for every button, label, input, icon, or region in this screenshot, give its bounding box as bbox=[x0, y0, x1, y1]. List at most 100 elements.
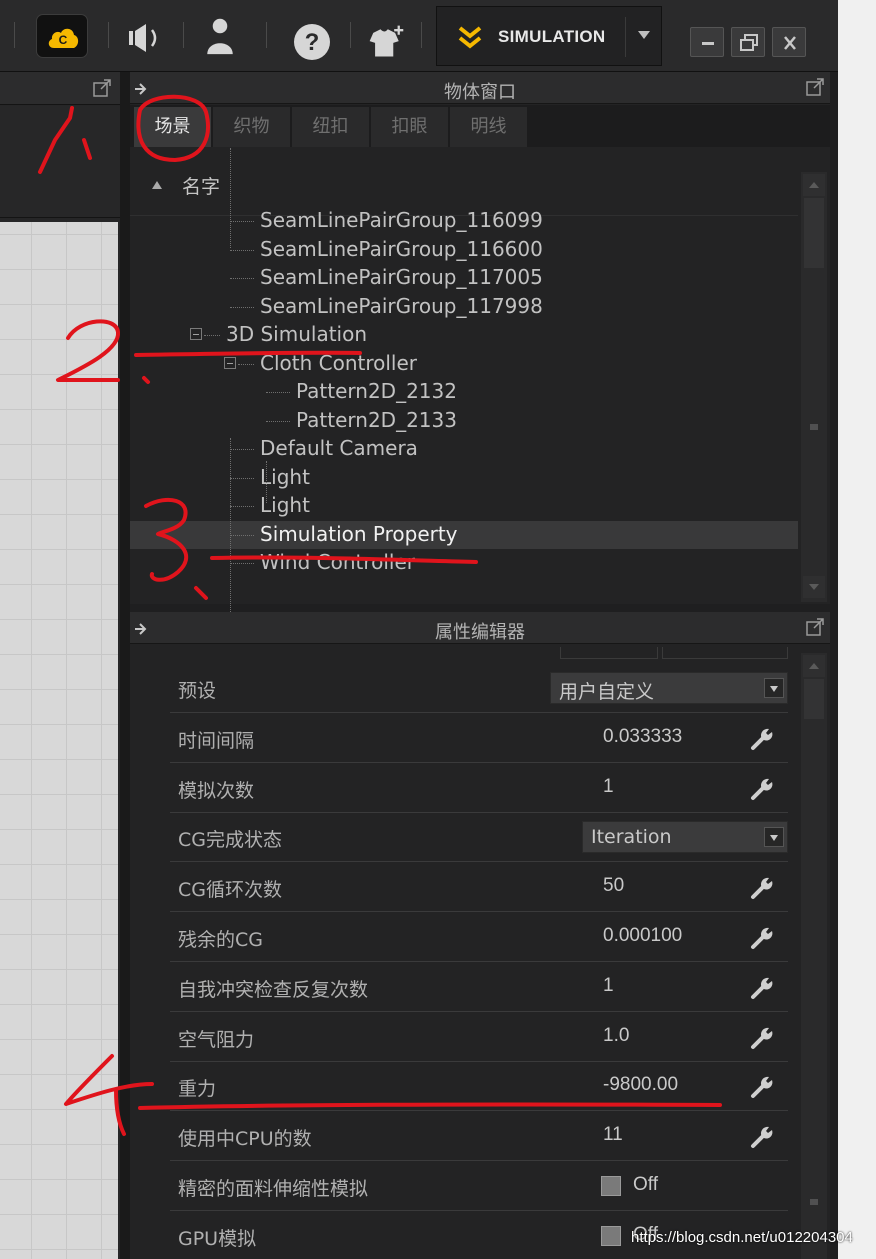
tree-connector bbox=[230, 278, 254, 279]
property-editor-title: 属性编辑器 bbox=[435, 622, 525, 643]
scroll-up-button[interactable] bbox=[803, 174, 825, 196]
cloud-button[interactable]: C bbox=[36, 14, 88, 58]
tree-guide-line bbox=[266, 461, 267, 503]
wrench-icon[interactable] bbox=[750, 775, 776, 801]
property-value[interactable]: 0.033333 bbox=[603, 726, 682, 748]
property-row: 残余的CG 0.000100 bbox=[170, 912, 788, 962]
object-window-title: 物体窗口 bbox=[444, 82, 516, 103]
property-scrollbar[interactable] bbox=[801, 653, 827, 1259]
minimize-button[interactable] bbox=[690, 27, 724, 57]
scroll-thumb[interactable] bbox=[804, 679, 824, 719]
wrench-icon[interactable] bbox=[750, 1024, 776, 1050]
scroll-thumb[interactable] bbox=[804, 198, 824, 268]
chevron-down-icon[interactable] bbox=[764, 827, 784, 848]
help-icon[interactable]: ? bbox=[292, 22, 332, 62]
panel-splitter[interactable] bbox=[120, 72, 130, 1259]
tree-connector bbox=[230, 306, 254, 308]
tree-connector bbox=[230, 477, 254, 479]
tree-connector bbox=[230, 449, 254, 450]
wrench-icon[interactable] bbox=[750, 874, 776, 900]
tree-collapse-icon[interactable] bbox=[224, 356, 236, 369]
wrench-icon[interactable] bbox=[750, 974, 776, 1000]
tab-scene[interactable]: 场景 bbox=[134, 107, 212, 147]
tree-connector bbox=[238, 363, 254, 365]
scroll-up-button[interactable] bbox=[803, 655, 825, 677]
tree-connector bbox=[204, 335, 220, 336]
close-button[interactable] bbox=[772, 27, 806, 57]
scene-tree: 名字 SeamLinePairGroup_116099 SeamLinePairG… bbox=[130, 148, 830, 650]
popout-icon[interactable] bbox=[92, 78, 112, 98]
chevron-down-icon[interactable] bbox=[638, 31, 650, 39]
object-window-tabs: 场景 织物 纽扣 扣眼 明线 bbox=[130, 105, 830, 147]
property-value[interactable]: 1 bbox=[603, 776, 614, 798]
property-value[interactable]: 1.0 bbox=[603, 1025, 629, 1047]
tree-item[interactable]: 3D Simulation bbox=[130, 321, 798, 349]
property-value[interactable]: 1 bbox=[603, 975, 614, 997]
wrench-icon[interactable] bbox=[750, 924, 776, 950]
tree-item-label: Light bbox=[260, 464, 310, 489]
property-label: 使用中CPU的数 bbox=[178, 1128, 312, 1151]
tree-scrollbar[interactable] bbox=[801, 172, 827, 602]
tree-connector bbox=[266, 392, 290, 393]
popout-icon[interactable] bbox=[805, 617, 825, 637]
svg-text:C: C bbox=[59, 33, 68, 47]
tree-item[interactable]: SeamLinePairGroup_117998 bbox=[130, 293, 798, 321]
property-value[interactable]: 11 bbox=[603, 1124, 623, 1146]
property-value[interactable]: 50 bbox=[603, 875, 624, 897]
pattern-canvas[interactable] bbox=[0, 222, 118, 1259]
viewport-2d-panel bbox=[0, 72, 127, 1259]
property-editor: 属性编辑器 预设 用户自定义时间间隔 0.033333 模拟次数 1 CG完成状态 Iter… bbox=[130, 612, 830, 1259]
speaker-icon[interactable] bbox=[126, 18, 166, 58]
tree-item[interactable]: Pattern2D_2133 bbox=[130, 407, 798, 435]
property-value[interactable]: -9800.00 bbox=[603, 1074, 678, 1096]
property-row: CG完成状态 Iteration bbox=[170, 812, 788, 863]
property-row: 时间间隔 0.033333 bbox=[170, 713, 788, 763]
property-value[interactable]: 0.000100 bbox=[603, 925, 682, 947]
chevron-down-icon[interactable] bbox=[764, 678, 784, 698]
property-label: 精密的面料伸缩性模拟 bbox=[178, 1178, 369, 1200]
tree-collapse-icon[interactable] bbox=[190, 328, 202, 340]
property-label: 时间间隔 bbox=[178, 729, 255, 752]
wrench-icon[interactable] bbox=[750, 1073, 776, 1099]
property-label: 残余的CG bbox=[178, 929, 263, 951]
wrench-icon[interactable] bbox=[750, 725, 776, 751]
property-row: 空气阻力 1.0 bbox=[170, 1012, 788, 1062]
property-select[interactable]: Iteration bbox=[582, 821, 788, 854]
property-label: GPU模拟 bbox=[178, 1227, 257, 1250]
tree-item[interactable]: Pattern2D_2132 bbox=[130, 378, 798, 406]
popout-icon[interactable] bbox=[805, 77, 825, 97]
sort-ascending-icon bbox=[152, 181, 162, 189]
tree-item[interactable]: SeamLinePairGroup_117005 bbox=[130, 264, 798, 292]
tab-buttonhole[interactable]: 扣眼 bbox=[371, 107, 449, 147]
object-window: 物体窗口 场景 织物 纽扣 扣眼 明线 名字 SeamLinePairGroup… bbox=[130, 72, 830, 650]
toolbar-separator bbox=[108, 22, 109, 48]
grip-icon bbox=[810, 424, 818, 430]
tree-item[interactable]: Cloth Controller bbox=[130, 350, 798, 378]
add-garment-icon[interactable] bbox=[366, 22, 406, 62]
column-name-label: 名字 bbox=[182, 176, 221, 198]
tree-guide-line bbox=[230, 148, 231, 248]
property-checkbox[interactable] bbox=[601, 1225, 621, 1246]
tab-fabric[interactable]: 织物 bbox=[213, 107, 291, 147]
scroll-down-button[interactable] bbox=[803, 576, 825, 598]
double-chevron-down-icon bbox=[458, 26, 482, 49]
property-select-value: 用户自定义 bbox=[559, 681, 655, 703]
property-row: 使用中CPU的数 11 bbox=[170, 1111, 788, 1162]
property-row: 自我冲突检查反复次数 1 bbox=[170, 962, 788, 1012]
mode-label: SIMULATION bbox=[498, 27, 606, 46]
property-checkbox[interactable] bbox=[601, 1176, 621, 1196]
mode-selector[interactable]: SIMULATION bbox=[436, 6, 662, 66]
user-icon[interactable] bbox=[200, 16, 240, 56]
property-label: 预设 bbox=[178, 680, 217, 702]
wrench-icon[interactable] bbox=[750, 1123, 776, 1149]
tab-topstitch[interactable]: 明线 bbox=[450, 107, 528, 147]
toolbar-separator bbox=[14, 22, 15, 48]
tab-button[interactable]: 纽扣 bbox=[292, 107, 370, 147]
toolbar-separator bbox=[266, 22, 267, 48]
tree-item-label: Simulation Property bbox=[260, 521, 458, 546]
restore-button[interactable] bbox=[731, 27, 765, 57]
property-label: 重力 bbox=[178, 1078, 217, 1101]
property-select[interactable]: 用户自定义 bbox=[550, 672, 788, 704]
tree-connector bbox=[230, 534, 254, 536]
property-label: 模拟次数 bbox=[178, 779, 255, 802]
